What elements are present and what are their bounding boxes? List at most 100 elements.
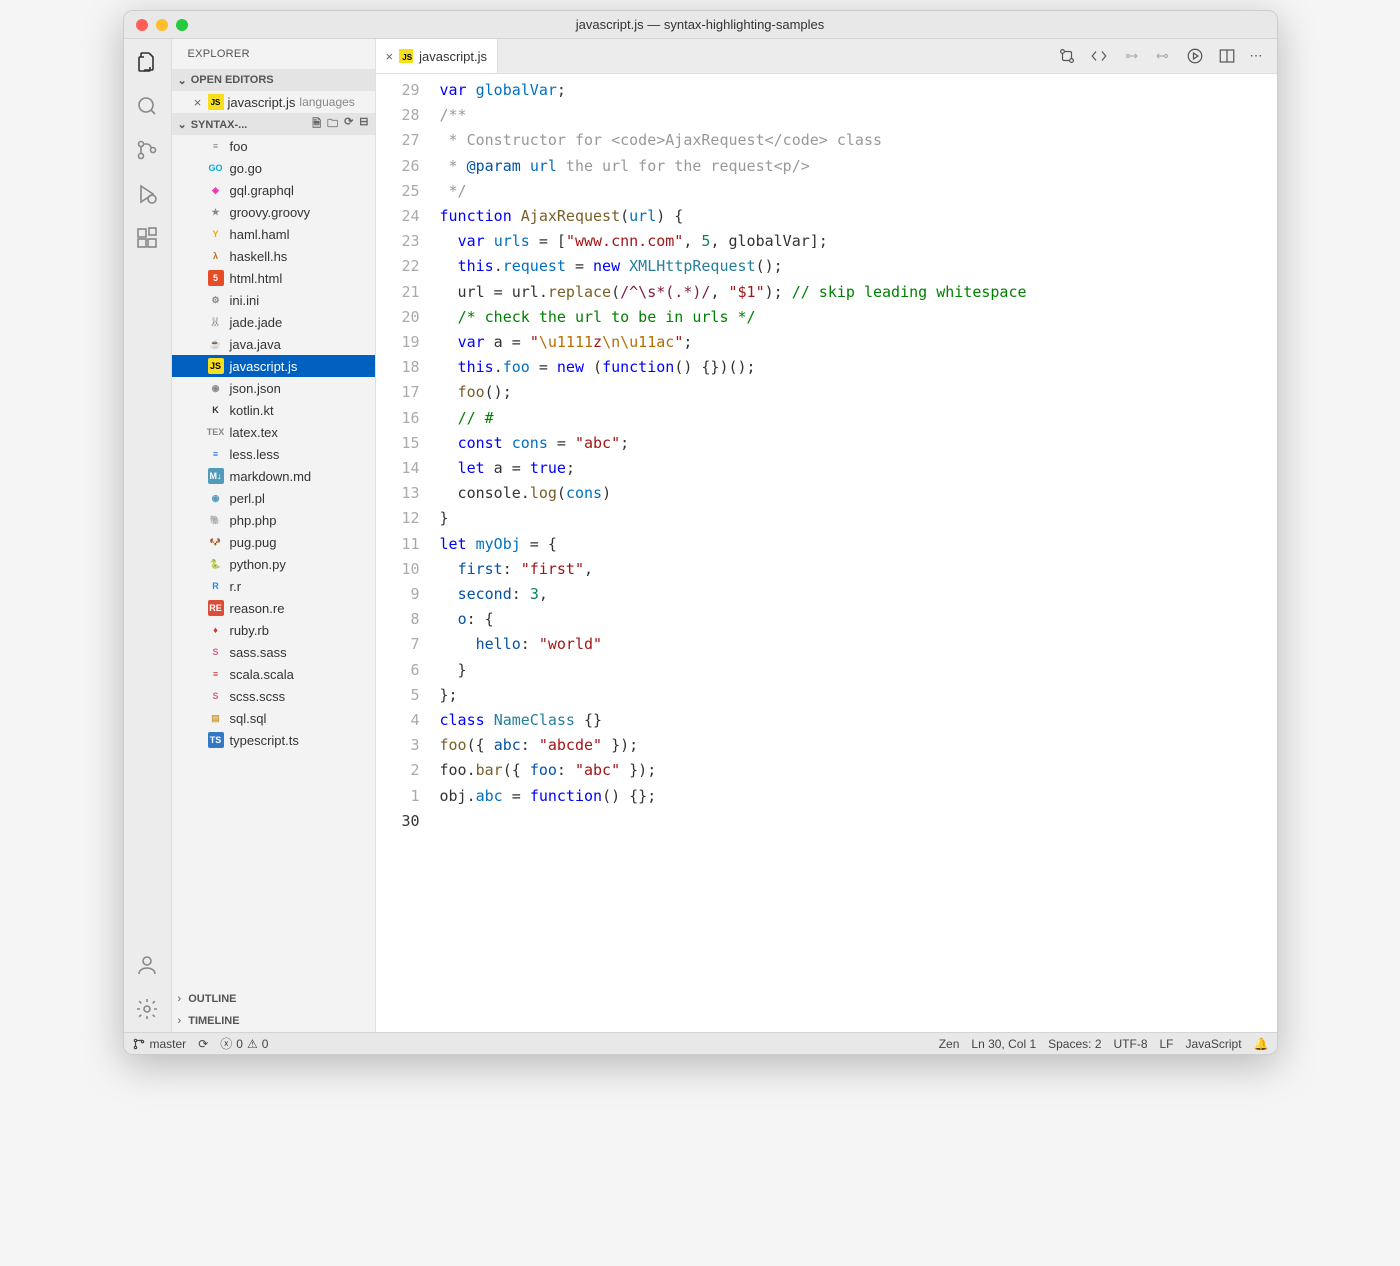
file-item[interactable]: ≡scala.scala [172,663,375,685]
file-item[interactable]: 5 html.html [172,267,375,289]
eol[interactable]: LF [1160,1037,1174,1051]
sidebar: EXPLORER ⌄ OPEN EDITORS × JS javascript.… [172,39,376,1032]
file-icon: ◉ [208,490,224,506]
zen-mode[interactable]: Zen [939,1037,960,1051]
file-item[interactable]: TStypescript.ts [172,729,375,751]
new-file-icon[interactable]: 🗎 [312,115,321,134]
line-gutter: 2928272625242322212019181716151413121110… [376,74,434,1032]
file-icon: 🐰 [208,314,224,330]
file-item[interactable]: 🐶pug.pug [172,531,375,553]
file-item[interactable]: ★groovy.groovy [172,201,375,223]
file-icon: 🐶 [208,534,224,550]
file-name: python.py [230,557,286,572]
git-branch[interactable]: master [132,1037,187,1051]
file-item[interactable]: TEX latex.tex [172,421,375,443]
file-icon: TEX [208,424,224,440]
js-file-icon: JS [399,49,413,63]
file-item[interactable]: Yhaml.haml [172,223,375,245]
prev-change-icon[interactable] [1122,47,1140,65]
open-editors-section[interactable]: ⌄ OPEN EDITORS [172,69,375,91]
close-window-icon[interactable] [136,19,148,31]
timeline-section[interactable]: › TIMELINE [172,1010,375,1032]
file-icon: K [208,402,224,418]
window-controls [136,19,188,31]
close-tab-icon[interactable]: × [386,49,394,64]
source-control-icon[interactable] [134,137,160,163]
file-icon: ≡ [208,138,224,154]
file-item[interactable]: JSjavascript.js [172,355,375,377]
settings-gear-icon[interactable] [134,996,160,1022]
split-editor-icon[interactable] [1218,47,1236,65]
language-mode[interactable]: JavaScript [1186,1037,1242,1051]
js-file-icon: JS [208,94,224,110]
code-lines[interactable]: var globalVar;/** * Constructor for <cod… [434,74,1277,1032]
file-item[interactable]: 🐰jade.jade [172,311,375,333]
extensions-icon[interactable] [134,225,160,251]
file-icon: JS [208,358,224,374]
file-name: markdown.md [230,469,312,484]
file-item[interactable]: M↓markdown.md [172,465,375,487]
close-icon[interactable]: × [192,95,204,110]
file-icon: ◈ [208,182,224,198]
file-item[interactable]: ☕java.java [172,333,375,355]
search-icon[interactable] [134,93,160,119]
file-item[interactable]: 🐍python.py [172,553,375,575]
sync-icon[interactable]: ⟳ [198,1037,208,1051]
file-icon: S [208,688,224,704]
file-item[interactable]: Rr.r [172,575,375,597]
file-item[interactable]: ≡less.less [172,443,375,465]
file-name: php.php [230,513,277,528]
window-title: javascript.js — syntax-highlighting-samp… [576,17,825,32]
accounts-icon[interactable] [134,952,160,978]
file-item[interactable]: Kkotlin.kt [172,399,375,421]
file-name: sql.sql [230,711,267,726]
encoding[interactable]: UTF-8 [1114,1037,1148,1051]
outline-section[interactable]: › OUTLINE [172,988,375,1010]
collapse-icon[interactable]: ⊟ [359,115,368,134]
tab-javascript[interactable]: × JS javascript.js [376,39,499,73]
file-item[interactable]: ▤sql.sql [172,707,375,729]
next-change-icon[interactable] [1154,47,1172,65]
file-item[interactable]: 🐘 php.php [172,509,375,531]
more-icon[interactable]: ⋯ [1250,48,1263,64]
chevron-down-icon: ⌄ [178,119,187,131]
file-name: less.less [230,447,280,462]
open-editor-item[interactable]: × JS javascript.js languages [172,91,375,113]
status-bar: master ⟳ ⓧ 0 ⚠ 0 Zen Ln 30, Col 1 Spaces… [124,1032,1277,1054]
file-icon: ◉ [208,380,224,396]
file-item[interactable]: λhaskell.hs [172,245,375,267]
compare-changes-icon[interactable] [1058,47,1076,65]
file-item[interactable]: ⚙ini.ini [172,289,375,311]
file-item[interactable]: Sscss.scss [172,685,375,707]
file-item[interactable]: GOgo.go [172,157,375,179]
file-name: scala.scala [230,667,294,682]
file-item[interactable]: ≡foo [172,135,375,157]
indentation[interactable]: Spaces: 2 [1048,1037,1101,1051]
refresh-icon[interactable]: ⟳ [344,115,353,134]
titlebar[interactable]: javascript.js — syntax-highlighting-samp… [124,11,1277,39]
new-folder-icon[interactable]: 🗀 [327,115,338,134]
cursor-position[interactable]: Ln 30, Col 1 [971,1037,1036,1051]
explorer-icon[interactable] [134,49,160,75]
code-editor[interactable]: 2928272625242322212019181716151413121110… [376,74,1277,1032]
file-icon: ⚙ [208,292,224,308]
notifications-icon[interactable]: 🔔 [1254,1037,1269,1051]
tab-bar: × JS javascript.js ⋯ [376,39,1277,74]
minimize-window-icon[interactable] [156,19,168,31]
file-item[interactable]: REreason.re [172,597,375,619]
file-name: html.html [230,271,283,286]
file-item[interactable]: ◈gql.graphql [172,179,375,201]
folder-section[interactable]: ⌄SYNTAX-... 🗎 🗀 ⟳ ⊟ [172,113,375,135]
file-name: latex.tex [230,425,278,440]
file-item[interactable]: ♦ruby.rb [172,619,375,641]
file-item[interactable]: ◉json.json [172,377,375,399]
problems[interactable]: ⓧ 0 ⚠ 0 [220,1035,268,1052]
file-icon: 🐘 [208,512,224,528]
file-item[interactable]: Ssass.sass [172,641,375,663]
run-debug-icon[interactable] [134,181,160,207]
run-icon[interactable] [1186,47,1204,65]
file-item[interactable]: ◉perl.pl [172,487,375,509]
maximize-window-icon[interactable] [176,19,188,31]
file-icon: 5 [208,270,224,286]
open-changes-icon[interactable] [1090,47,1108,65]
